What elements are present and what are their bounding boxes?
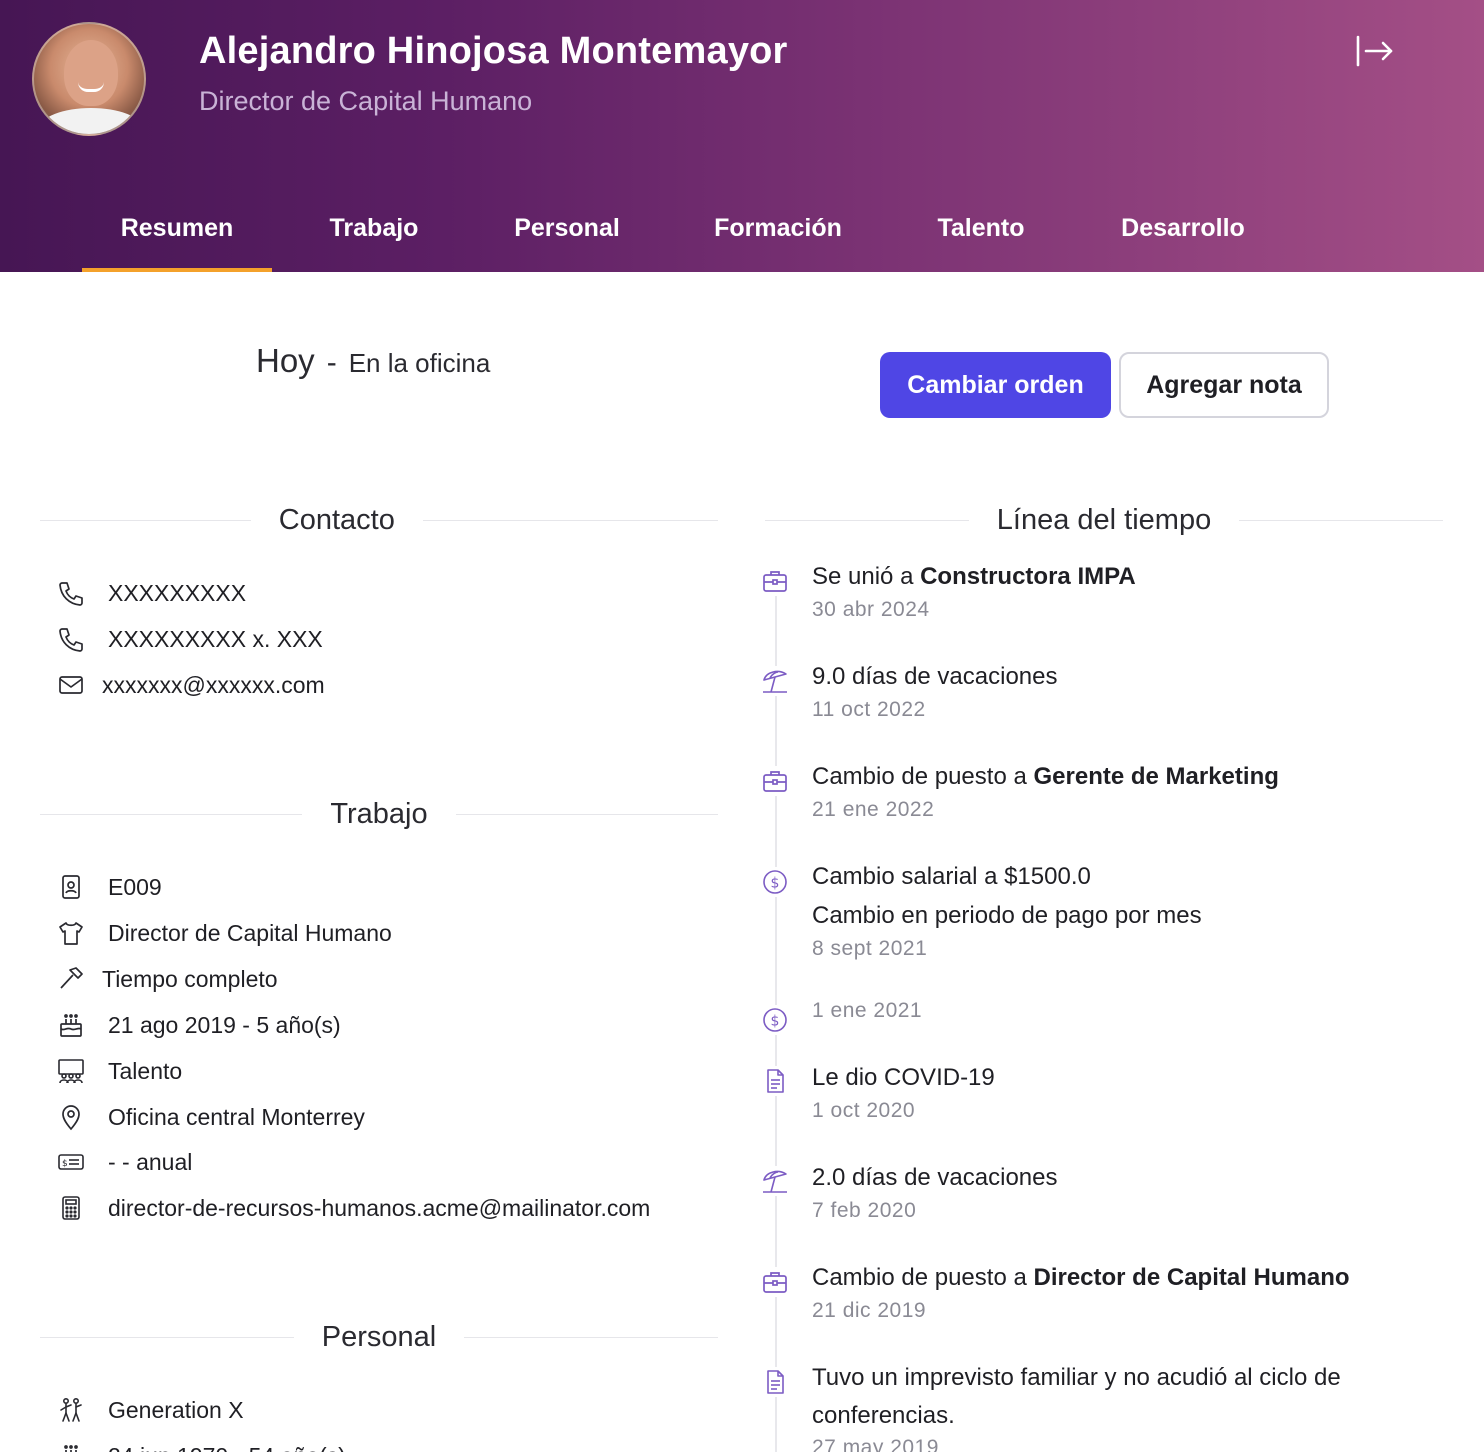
status-day: Hoy [256,342,315,379]
section-title: Personal [321,1320,437,1353]
timeline-event-date: 21 ene 2022 [812,798,935,821]
beach-umbrella-icon [760,666,790,696]
timeline-event-date: 30 abr 2024 [812,598,930,621]
section-contact-header: Contacto [40,500,718,540]
cake-icon [56,1441,86,1452]
tab-formacion[interactable]: Formación [700,214,856,272]
svg-text:$: $ [771,1014,780,1030]
personal-row: Generation X [56,1393,244,1427]
dollar-circle-icon: $ [760,1005,790,1035]
tab-resumen[interactable]: Resumen [82,214,272,272]
profile-tabs: Resumen Trabajo Personal Formación Talen… [0,196,1484,272]
work-row: E009 [56,870,162,904]
work-row: $ - - anual [56,1145,192,1179]
shirt-icon [56,918,86,948]
timeline-event-date: 21 dic 2019 [812,1299,927,1322]
tab-desarrollo[interactable]: Desarrollo [1106,214,1260,272]
document-icon [760,1066,790,1096]
mail-icon [56,670,86,700]
section-work-header: Trabajo [40,794,719,834]
work-row: 21 ago 2019 - 5 año(s) [56,1008,341,1042]
tab-personal[interactable]: Personal [496,214,638,272]
timeline-event-text: 9.0 días de vacaciones [812,663,1058,690]
tab-talento[interactable]: Talento [918,214,1044,272]
dollar-circle-icon: $ [760,867,790,897]
employee-role: Director de Capital Humano [199,86,533,116]
timeline-event-date: 11 oct 2022 [812,698,926,721]
profile-header: Alejandro Hinojosa Montemayor Director d… [0,0,1484,272]
beach-umbrella-icon [760,1166,790,1196]
section-title: Trabajo [330,797,428,830]
timeline-event-date: 8 sept 2021 [812,937,928,960]
team-icon [56,1056,86,1086]
work-row: Oficina central Monterrey [56,1100,365,1134]
section-title: Contacto [278,503,395,536]
status-location: En la oficina [348,348,491,378]
logout-icon[interactable] [1354,32,1396,70]
work-row: Director de Capital Humano [56,916,392,950]
briefcase-icon [760,566,790,596]
change-order-button[interactable]: Cambiar orden [880,352,1111,418]
timeline-event-text: Tuvo un imprevisto familiar y no acudió … [812,1364,1341,1391]
timeline-event-text: Cambio de puesto a Director de Capital H… [812,1264,1350,1291]
generation-icon [56,1395,86,1425]
status-separator: - [326,346,337,379]
svg-text:$: $ [771,876,780,892]
today-status: Hoy - En la oficina [256,342,490,380]
phone-icon [56,578,86,608]
document-icon [760,1367,790,1397]
section-title: Línea del tiempo [996,503,1212,536]
hammer-icon [56,964,86,994]
timeline-event-text: Cambio de puesto a Gerente de Marketing [812,763,1279,790]
contact-row: XXXXXXXXX x. XXX [56,622,323,656]
timeline-event-subtext: Cambio en periodo de pago por mes [812,902,1202,929]
employee-name: Alejandro Hinojosa Montemayor [199,30,788,72]
calculator-icon [56,1193,86,1223]
contact-row: xxxxxxx@xxxxxx.com [56,668,325,702]
section-timeline-header: Línea del tiempo [765,500,1443,540]
avatar [32,22,146,136]
timeline-event-date: 7 feb 2020 [812,1199,917,1222]
personal-row: 24 jun 1970 - 54 año(s) [56,1439,346,1452]
timeline-event-text: Se unió a Constructora IMPA [812,563,1136,590]
id-badge-icon [56,872,86,902]
phone-icon [56,624,86,654]
briefcase-icon [760,766,790,796]
timeline-event-text: 2.0 días de vacaciones [812,1164,1058,1191]
location-pin-icon [56,1102,86,1132]
tab-trabajo[interactable]: Trabajo [304,214,444,272]
timeline-event-text: Cambio salarial a $1500.0 [812,863,1091,890]
money-bill-icon: $ [56,1147,86,1177]
section-personal-header: Personal [40,1317,718,1357]
cake-icon [56,1010,86,1040]
timeline-event-date: 27 may 2019 [812,1436,939,1452]
timeline-event-subtext: conferencias. [812,1402,955,1429]
timeline-event-date: 1 oct 2020 [812,1099,916,1122]
add-note-button[interactable]: Agregar nota [1119,352,1329,418]
work-row: Tiempo completo [56,962,278,996]
briefcase-icon [760,1267,790,1297]
work-row: director-de-recursos-humanos.acme@mailin… [56,1191,650,1225]
contact-row: XXXXXXXXX [56,576,246,610]
work-row: Talento [56,1054,182,1088]
timeline-event-text: Le dio COVID-19 [812,1064,995,1091]
timeline-event-date: 1 ene 2021 [812,999,923,1022]
svg-text:$: $ [62,1159,68,1169]
